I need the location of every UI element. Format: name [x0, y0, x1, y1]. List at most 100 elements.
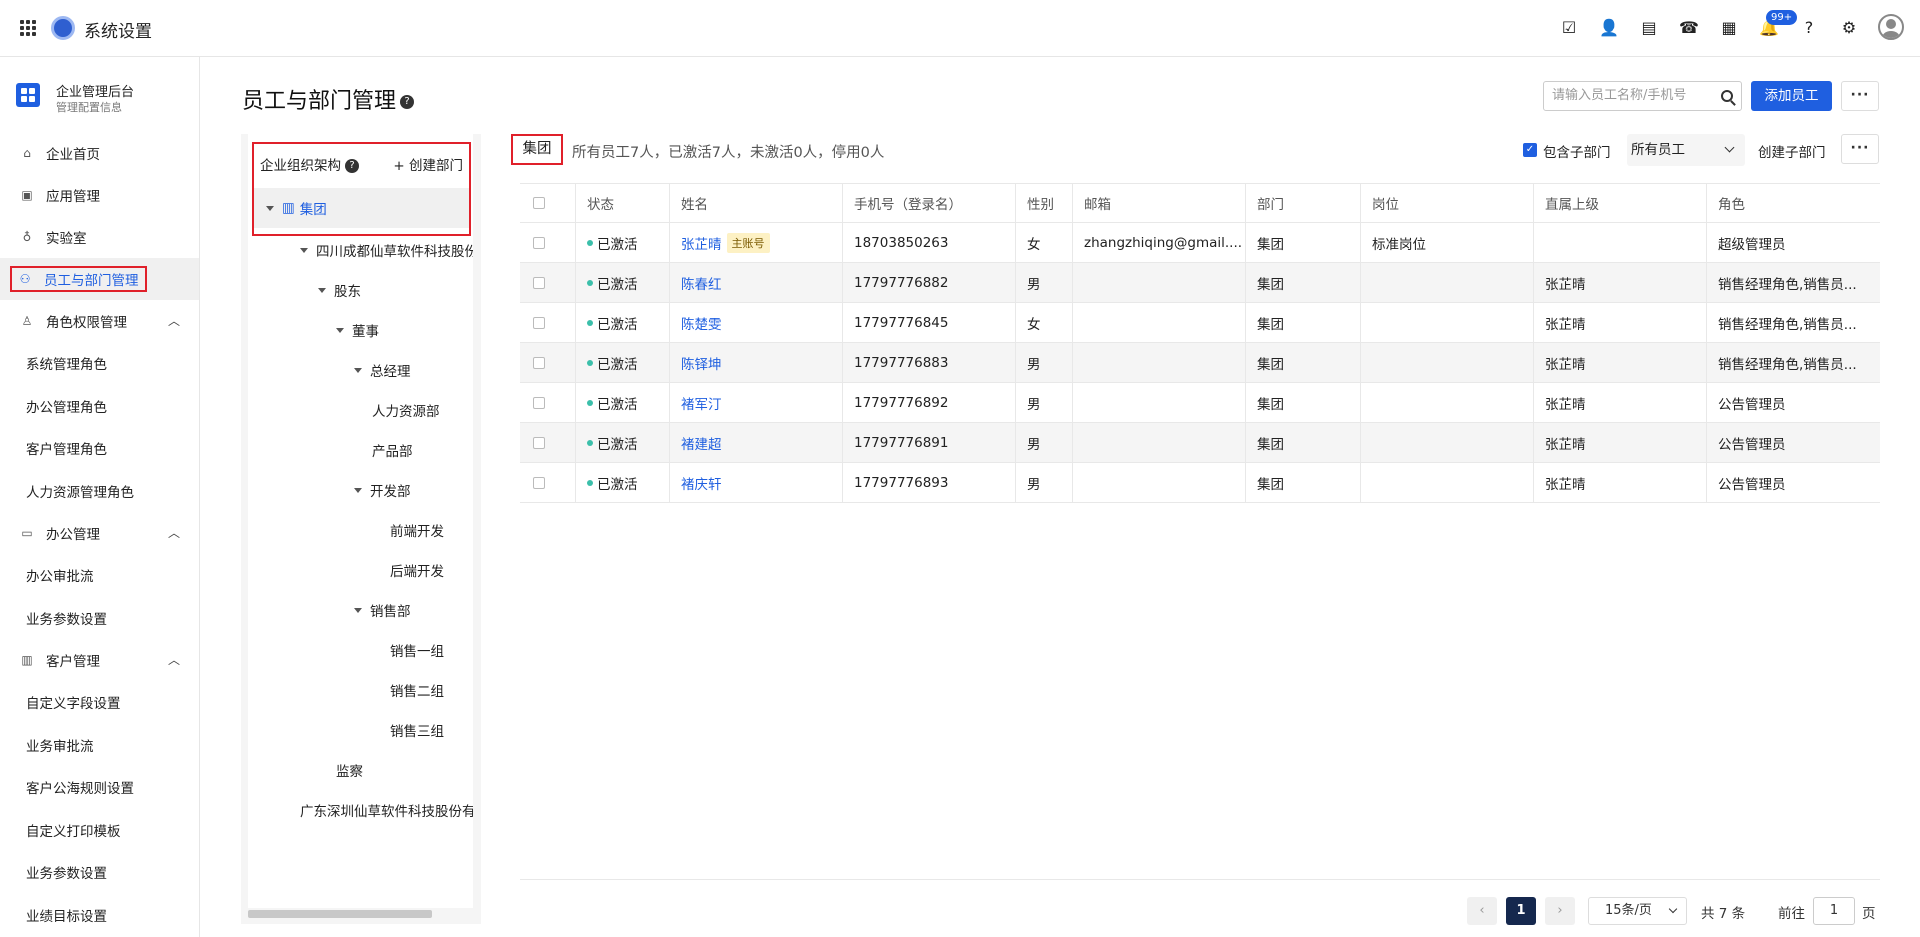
- horizontal-scrollbar[interactable]: [248, 908, 473, 918]
- tree-node[interactable]: 董事: [336, 320, 379, 340]
- row-checkbox[interactable]: [533, 316, 545, 329]
- sidebar-item-print-template[interactable]: 自定义打印模板: [0, 809, 199, 852]
- task-icon[interactable]: ☑: [1558, 14, 1580, 40]
- col-dept[interactable]: 部门: [1246, 184, 1361, 222]
- sidebar-item-business-approval[interactable]: 业务审批流: [0, 724, 199, 767]
- col-email[interactable]: 邮箱: [1073, 184, 1246, 222]
- app-grid-icon[interactable]: [20, 20, 36, 36]
- tree-node[interactable]: 后端开发: [390, 560, 444, 580]
- sidebar-item-pool-rules[interactable]: 客户公海规则设置: [0, 766, 199, 809]
- tree-node[interactable]: 监察: [336, 760, 363, 780]
- tree-node[interactable]: 销售二组: [390, 680, 444, 700]
- col-gender[interactable]: 性别: [1016, 184, 1073, 222]
- settings-icon[interactable]: ⚙: [1838, 14, 1860, 40]
- search-input[interactable]: 请输入员工名称/手机号: [1543, 81, 1742, 111]
- help-icon[interactable]: ?: [1798, 14, 1820, 40]
- row-checkbox[interactable]: [533, 236, 545, 249]
- table-row[interactable]: 已激活 褚建超 17797776891 男 集团 张芷晴 公告管理员: [520, 423, 1880, 463]
- tree-node[interactable]: 销售三组: [390, 720, 444, 740]
- tree-node[interactable]: 产品部: [372, 440, 413, 460]
- table-row[interactable]: 已激活 陈铎坤 17797776883 男 集团 张芷晴 销售经理角色,销售员...: [520, 343, 1880, 383]
- phone-icon[interactable]: ☎: [1678, 14, 1700, 40]
- tree-node[interactable]: 前端开发: [390, 520, 444, 540]
- include-sub-label[interactable]: 包含子部门: [1543, 141, 1611, 161]
- sidebar-item-custom-fields[interactable]: 自定义字段设置: [0, 681, 199, 724]
- table-row[interactable]: 已激活 陈春红 17797776882 男 集团 张芷晴 销售经理角色,销售员...: [520, 263, 1880, 303]
- sidebar-item-home[interactable]: ⌂ 企业首页: [0, 132, 199, 174]
- sidebar-item-office-params[interactable]: 业务参数设置: [0, 597, 199, 640]
- col-status[interactable]: 状态: [576, 184, 670, 222]
- sidebar-item-system-role[interactable]: 系统管理角色: [0, 342, 199, 385]
- calendar-icon[interactable]: ▦: [1718, 14, 1740, 40]
- search-icon[interactable]: [1721, 90, 1733, 102]
- employee-name-link[interactable]: 陈铎坤: [681, 353, 722, 373]
- tree-node[interactable]: 广东深圳仙草软件科技股份有限公司: [300, 800, 473, 820]
- tree-node[interactable]: 销售部: [354, 600, 411, 620]
- employee-name-link[interactable]: 褚军汀: [681, 393, 722, 413]
- page-1-button[interactable]: 1: [1506, 897, 1536, 925]
- select-all-checkbox[interactable]: [533, 197, 545, 209]
- help-icon[interactable]: ?: [400, 95, 415, 109]
- sidebar-item-office-role[interactable]: 办公管理角色: [0, 385, 199, 428]
- content-more-button[interactable]: ···: [1841, 134, 1879, 164]
- sidebar-item-customer-role[interactable]: 客户管理角色: [0, 427, 199, 470]
- sidebar-item-hr-role[interactable]: 人力资源管理角色: [0, 470, 199, 513]
- employee-name-link[interactable]: 褚庆轩: [681, 473, 722, 493]
- sidebar-item-lab[interactable]: ♁ 实验室: [0, 216, 199, 258]
- tree-root-node[interactable]: ▥ 集团: [254, 188, 469, 228]
- user-avatar-icon[interactable]: [1878, 14, 1904, 40]
- page-size-select[interactable]: 15条/页: [1588, 897, 1687, 925]
- tree-node[interactable]: 总经理: [354, 360, 411, 380]
- tree-node[interactable]: 四川成都仙草软件科技股份有限公司: [300, 240, 473, 260]
- col-phone[interactable]: 手机号（登录名）: [843, 184, 1016, 222]
- sidebar-group-customer[interactable]: ▥ 客户管理 ︿: [0, 639, 199, 681]
- create-sub-dept-button[interactable]: 创建子部门: [1758, 141, 1826, 161]
- sidebar-group-roles[interactable]: ♙ 角色权限管理 ︿: [0, 300, 199, 342]
- table-row[interactable]: 已激活 陈楚雯 17797776845 女 集团 张芷晴 销售经理角色,销售员...: [520, 303, 1880, 343]
- sidebar-item-apps[interactable]: ▣ 应用管理: [0, 174, 199, 216]
- col-name[interactable]: 姓名: [670, 184, 843, 222]
- tree-node[interactable]: 销售一组: [390, 640, 444, 660]
- employee-name-link[interactable]: 张芷晴: [681, 233, 722, 253]
- goto-page-input[interactable]: 1: [1813, 897, 1855, 925]
- sidebar-group-office[interactable]: ▭ 办公管理 ︿: [0, 512, 199, 554]
- create-dept-button[interactable]: + 创建部门: [393, 154, 463, 174]
- sidebar-item-targets[interactable]: 业绩目标设置: [0, 894, 199, 937]
- col-post[interactable]: 岗位: [1361, 184, 1534, 222]
- next-page-button[interactable]: ›: [1545, 897, 1575, 925]
- tree-node[interactable]: 开发部: [354, 480, 411, 500]
- scrollbar-thumb[interactable]: [248, 910, 432, 918]
- add-employee-button[interactable]: 添加员工: [1751, 81, 1832, 111]
- sidebar-group-label: 客户管理: [46, 654, 100, 670]
- include-sub-checkbox[interactable]: ✓: [1523, 143, 1537, 157]
- help-icon[interactable]: ?: [345, 159, 359, 173]
- col-role[interactable]: 角色: [1707, 184, 1880, 222]
- sidebar-item-customer-params[interactable]: 业务参数设置: [0, 851, 199, 894]
- employee-filter-select[interactable]: 所有员工: [1627, 134, 1745, 166]
- tree-node[interactable]: 股东: [318, 280, 361, 300]
- table-row[interactable]: 已激活 张芷晴 主账号 18703850263 女 zhangzhiqing@gmail.…: [520, 223, 1880, 263]
- email-cell: [1073, 383, 1246, 422]
- app-logo: [51, 16, 75, 40]
- more-button[interactable]: ···: [1841, 81, 1879, 111]
- prev-page-button[interactable]: ‹: [1467, 897, 1497, 925]
- contacts-icon[interactable]: 👤: [1598, 14, 1620, 40]
- col-manager[interactable]: 直属上级: [1534, 184, 1707, 222]
- document-icon[interactable]: ▤: [1638, 14, 1660, 40]
- row-checkbox[interactable]: [533, 476, 545, 489]
- sidebar-item-office-approval[interactable]: 办公审批流: [0, 554, 199, 597]
- employee-name-link[interactable]: 褚建超: [681, 433, 722, 453]
- row-checkbox[interactable]: [533, 396, 545, 409]
- row-checkbox[interactable]: [533, 436, 545, 449]
- row-checkbox[interactable]: [533, 356, 545, 369]
- employee-name-link[interactable]: 陈春红: [681, 273, 722, 293]
- sidebar-item-employees[interactable]: ⚇ 员工与部门管理: [0, 258, 199, 300]
- tree-node[interactable]: 人力资源部: [372, 400, 440, 420]
- caret-down-icon: [266, 205, 274, 211]
- sidebar-item-label: 实验室: [46, 231, 87, 247]
- table-row[interactable]: 已激活 褚庆轩 17797776893 男 集团 张芷晴 公告管理员: [520, 463, 1880, 503]
- employee-name-link[interactable]: 陈楚雯: [681, 313, 722, 333]
- row-checkbox[interactable]: [533, 276, 545, 289]
- table-row[interactable]: 已激活 褚军汀 17797776892 男 集团 张芷晴 公告管理员: [520, 383, 1880, 423]
- bell-icon[interactable]: 🔔 99+: [1758, 10, 1798, 40]
